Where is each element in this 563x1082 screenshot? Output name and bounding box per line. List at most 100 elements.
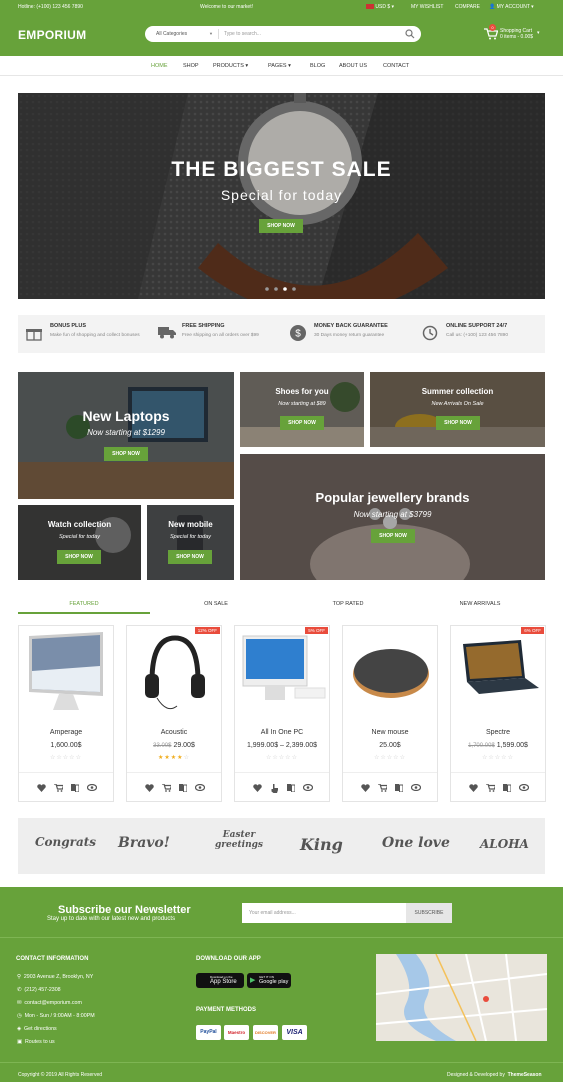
cart-icon[interactable] [378, 784, 387, 792]
cart-icon[interactable] [54, 784, 63, 792]
monitor-image [29, 632, 103, 710]
banner-shoes[interactable]: Shoes for you Now starting at $89 SHOP N… [240, 372, 364, 447]
product-card[interactable]: New mouse 25.00$ ☆☆☆☆☆ [342, 625, 438, 802]
welcome-text: Welcome to our market! [200, 4, 253, 10]
cursor-hand-icon[interactable] [270, 784, 279, 793]
feature-shipping: FREE SHIPPING Free shipping on all order… [150, 315, 281, 353]
directions-link[interactable]: ◈ Get directions [17, 1026, 57, 1032]
tab-featured[interactable]: FEATURED [18, 601, 150, 614]
heart-icon[interactable] [37, 784, 46, 792]
credits-link[interactable]: ThemeSeason [508, 1072, 542, 1078]
header: EMPORIUM All Categories ▼ Type to search… [0, 13, 563, 56]
heart-icon[interactable] [253, 784, 262, 792]
wishlist-link[interactable]: MY WISHLIST [411, 4, 443, 10]
tab-new-arrivals[interactable]: NEW ARRIVALS [414, 601, 546, 607]
main-nav: HOME SHOP PRODUCTS ▾ PAGES ▾ BLOG ABOUT … [0, 56, 563, 76]
cart-icon[interactable] [162, 784, 171, 792]
nav-about[interactable]: ABOUT US [339, 63, 367, 69]
product-card[interactable]: 6% OFF Spectre 1,700.00$ 1,599.00$ ☆☆☆☆☆ [450, 625, 546, 802]
product-actions [451, 772, 545, 802]
copyright-text: Copyright © 2019 All Rights Reserved [18, 1072, 103, 1078]
compare-icon[interactable] [179, 784, 187, 792]
rating-stars: ☆☆☆☆☆ [482, 755, 514, 761]
cart-button[interactable]: 0 Shopping Cart 0 items - 0.00$ ▾ [484, 24, 554, 46]
divider [0, 1062, 563, 1063]
heart-icon[interactable] [145, 784, 154, 792]
brand-logo[interactable]: Easter greetings [208, 830, 270, 850]
shoes-image [240, 372, 364, 447]
divider [218, 29, 219, 39]
jewellery-shop-now-button[interactable]: SHOP NOW [371, 529, 415, 543]
cart-summary: 0 items - 0.00$ [500, 34, 534, 40]
search-icon[interactable] [405, 29, 415, 39]
brand-logos: Congrats Bravo! Easter greetings King On… [18, 818, 545, 874]
currency-selector[interactable]: USD $ ▾ [366, 4, 394, 10]
product-card[interactable]: 12% OFF Acoustic 33.00$ 29.00$ ★★★★☆ [126, 625, 222, 802]
mobile-shop-now-button[interactable]: SHOP NOW [168, 550, 212, 564]
tab-top-rated[interactable]: TOP RATED [282, 601, 414, 607]
heart-icon[interactable] [361, 784, 370, 792]
compare-icon[interactable] [287, 784, 295, 792]
product-actions [235, 772, 329, 802]
nav-shop[interactable]: SHOP [183, 63, 199, 69]
compare-link[interactable]: COMPARE [455, 4, 480, 10]
banner-mobile[interactable]: New mobile Special for today SHOP NOW [147, 505, 234, 580]
email-line[interactable]: ✉ contact@emporium.com [17, 1000, 82, 1006]
logo[interactable]: EMPORIUM [18, 28, 86, 42]
brand-logo[interactable]: King [300, 835, 343, 854]
phone-line: ✆ (212) 457-2308 [17, 987, 61, 993]
cart-icon[interactable] [486, 784, 495, 792]
newsletter-email-input[interactable]: Your email address... [242, 903, 406, 923]
nav-pages[interactable]: PAGES ▾ [268, 63, 291, 69]
brand-logo[interactable]: One love [382, 835, 450, 851]
banner-laptops[interactable]: New Laptops Now starting at $1299 SHOP N… [18, 372, 234, 499]
brand-logo[interactable]: Congrats [35, 835, 96, 849]
laptops-shop-now-button[interactable]: SHOP NOW [104, 447, 148, 461]
search-input[interactable]: Type to search... [224, 31, 261, 37]
features-bar: BONUS PLUS Make fun of shopping and coll… [18, 315, 545, 353]
compare-icon[interactable] [71, 784, 79, 792]
newsletter-subtitle: Stay up to date with our latest new and … [47, 916, 176, 922]
store-map[interactable] [376, 954, 547, 1041]
heart-icon[interactable] [469, 784, 478, 792]
compare-icon[interactable] [503, 784, 511, 792]
laptop-image [463, 640, 539, 694]
eye-icon[interactable] [411, 784, 421, 791]
subscribe-button[interactable]: SUBSCRIBE [406, 903, 452, 923]
hero-shop-now-button[interactable]: SHOP NOW [259, 219, 303, 233]
product-card[interactable]: Amperage 1,600.00$ ☆☆☆☆☆ [18, 625, 114, 802]
brand-logo[interactable]: Bravo! [118, 835, 170, 851]
banner-jewellery[interactable]: Popular jewellery brands Now starting at… [240, 454, 545, 580]
shoes-shop-now-button[interactable]: SHOP NOW [280, 416, 324, 430]
headphones-image [145, 635, 205, 710]
app-store-button[interactable]: Download on the App Store [196, 973, 244, 988]
map-pin-icon: ⚲ [17, 974, 21, 980]
all-in-one-pc-image [242, 635, 326, 700]
nav-contact[interactable]: CONTACT [383, 63, 409, 69]
banner-watch[interactable]: Watch collection Special for today SHOP … [18, 505, 141, 580]
product-card[interactable]: 5% OFF All In One PC 1,999.00$ – 2,399.0… [234, 625, 330, 802]
tab-on-sale[interactable]: ON SALE [150, 601, 282, 607]
eye-icon[interactable] [87, 784, 97, 791]
nav-products[interactable]: PRODUCTS ▾ [213, 63, 248, 69]
brand-logo[interactable]: ALOHA [480, 837, 529, 851]
credits-text: Designed & Developed by ThemeSeason [447, 1072, 542, 1078]
eye-icon[interactable] [195, 784, 205, 791]
summer-shop-now-button[interactable]: SHOP NOW [436, 416, 480, 430]
eye-icon[interactable] [303, 784, 313, 791]
footer: Subscribe our Newsletter Stay up to date… [0, 887, 563, 1082]
watch-shop-now-button[interactable]: SHOP NOW [57, 550, 101, 564]
nav-blog[interactable]: BLOG [310, 63, 325, 69]
google-play-button[interactable]: ▶ GET IT ON Google play [247, 973, 291, 988]
feature-bonus: BONUS PLUS Make fun of shopping and coll… [18, 315, 149, 353]
discover-logo: DISCOVER [253, 1025, 278, 1040]
eye-icon[interactable] [519, 784, 529, 791]
chevron-down-icon: ▾ [245, 63, 249, 69]
flag-icon [366, 4, 374, 10]
banner-summer[interactable]: Summer collection New Arrivals On Sale S… [370, 372, 545, 447]
account-menu[interactable]: 👤 MY ACCOUNT ▾ [489, 4, 534, 10]
routes-link[interactable]: ▣ Routes to us [17, 1039, 55, 1045]
nav-home[interactable]: HOME [151, 63, 168, 69]
compare-icon[interactable] [395, 784, 403, 792]
category-select[interactable]: All Categories [156, 31, 187, 37]
